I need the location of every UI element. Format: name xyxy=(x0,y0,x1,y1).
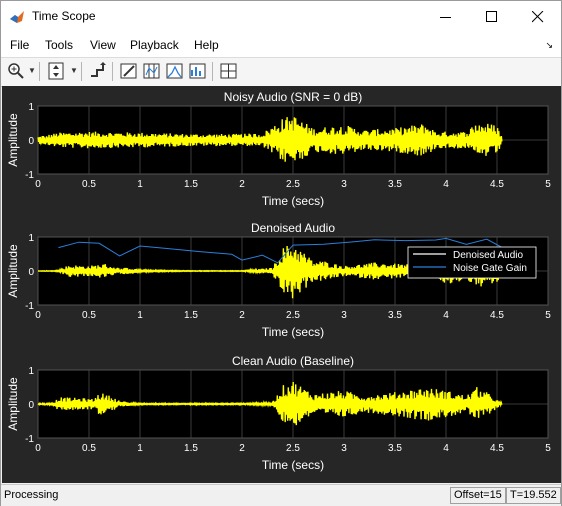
x-tick-label: 4 xyxy=(443,179,449,190)
close-icon xyxy=(532,11,544,23)
peak-finder-icon[interactable] xyxy=(165,61,185,81)
x-axis-label: Time (secs) xyxy=(262,458,324,472)
close-button[interactable] xyxy=(515,1,561,32)
x-tick-label: 0.5 xyxy=(82,443,96,454)
x-tick-label: 0.5 xyxy=(82,310,96,321)
menu-bar: File Tools View Playback Help ↘ xyxy=(1,32,561,57)
x-tick-label: 5 xyxy=(545,443,551,454)
title-bar[interactable]: Time Scope xyxy=(1,1,561,32)
x-tick-label: 2.5 xyxy=(286,443,300,454)
x-axis-label: Time (secs) xyxy=(262,325,324,339)
maximize-button[interactable] xyxy=(469,1,515,32)
x-tick-label: 4.5 xyxy=(490,179,504,190)
offset-readout: Offset=15 xyxy=(450,487,506,504)
plot-title: Noisy Audio (SNR = 0 dB) xyxy=(224,90,362,104)
x-tick-label: 1.5 xyxy=(184,179,198,190)
y-axis-label: Amplitude xyxy=(6,377,20,431)
menu-view[interactable]: View xyxy=(90,38,116,52)
x-tick-label: 2 xyxy=(239,179,245,190)
window-title: Time Scope xyxy=(32,9,96,23)
toolbar: ▼ ▼ xyxy=(1,57,561,87)
signal-statistics-icon[interactable] xyxy=(188,61,208,81)
y-axis-label: Amplitude xyxy=(6,113,20,167)
x-tick-label: 1 xyxy=(137,443,143,454)
x-tick-label: 0.5 xyxy=(82,179,96,190)
scope-plots: Noisy Audio (SNR = 0 dB) 0 0.5 1 1.5 2 2.5 3 3.5… xyxy=(6,90,551,472)
x-tick-label: 4 xyxy=(443,443,449,454)
x-tick-label: 2.5 xyxy=(286,310,300,321)
x-tick-label: 0 xyxy=(35,310,41,321)
x-tick-label: 5 xyxy=(545,179,551,190)
scope-display: Noisy Audio (SNR = 0 dB) 0 0.5 1 1.5 2 2.5 3 3.5… xyxy=(2,86,561,483)
matlab-app-icon xyxy=(10,11,24,23)
cursor-measurements-icon[interactable] xyxy=(142,61,162,81)
x-axis-label: Time (secs) xyxy=(262,194,324,208)
scale-dropdown-icon[interactable]: ▼ xyxy=(70,66,78,75)
status-text: Processing xyxy=(4,489,59,501)
simulation-step-icon[interactable] xyxy=(88,61,108,81)
plot-title: Denoised Audio xyxy=(251,221,335,235)
x-tick-label: 0 xyxy=(35,443,41,454)
layout-grid-icon[interactable] xyxy=(219,61,239,81)
maximize-icon xyxy=(486,11,497,22)
legend-entry: Denoised Audio xyxy=(453,250,523,261)
x-tick-label: 3 xyxy=(341,443,347,454)
x-tick-label: 2 xyxy=(239,443,245,454)
style-pen-icon[interactable] xyxy=(119,61,139,81)
x-tick-label: 3 xyxy=(341,310,347,321)
minimize-button[interactable] xyxy=(423,1,469,32)
scale-axes-icon[interactable] xyxy=(46,61,66,81)
x-tick-label: 2.5 xyxy=(286,179,300,190)
toolbar-separator xyxy=(112,62,113,81)
y-tick-label: -1 xyxy=(25,301,34,312)
y-tick-label: 0 xyxy=(28,400,34,411)
plot-title: Clean Audio (Baseline) xyxy=(232,354,354,368)
time-readout: T=19.552 xyxy=(506,487,561,504)
y-tick-label: 0 xyxy=(28,267,34,278)
status-bar: Processing Offset=15 T=19.552 xyxy=(1,484,561,506)
dock-arrow-icon[interactable]: ↘ xyxy=(545,40,553,51)
x-tick-label: 5 xyxy=(545,310,551,321)
y-tick-label: 1 xyxy=(28,366,34,377)
x-tick-label: 1 xyxy=(137,310,143,321)
x-tick-label: 3.5 xyxy=(388,179,402,190)
time-scope-window: Time Scope File Tools View Playback Help… xyxy=(0,0,562,506)
x-tick-label: 1.5 xyxy=(184,310,198,321)
y-tick-label: 0 xyxy=(28,136,34,147)
x-tick-label: 1.5 xyxy=(184,443,198,454)
toolbar-separator xyxy=(39,62,40,81)
minimize-icon xyxy=(440,17,451,18)
x-tick-label: 3.5 xyxy=(388,310,402,321)
menu-playback[interactable]: Playback xyxy=(130,38,179,52)
menu-file[interactable]: File xyxy=(10,38,29,52)
x-tick-label: 3 xyxy=(341,179,347,190)
x-tick-label: 3.5 xyxy=(388,443,402,454)
x-tick-label: 0 xyxy=(35,179,41,190)
zoom-dropdown-icon[interactable]: ▼ xyxy=(28,66,36,75)
legend-entry: Noise Gate Gain xyxy=(453,263,527,274)
x-tick-label: 1 xyxy=(137,179,143,190)
y-tick-label: 1 xyxy=(28,102,34,113)
x-tick-label: 2 xyxy=(239,310,245,321)
menu-help[interactable]: Help xyxy=(194,38,219,52)
x-tick-label: 4.5 xyxy=(490,443,504,454)
y-tick-label: 1 xyxy=(28,233,34,244)
x-tick-label: 4.5 xyxy=(490,310,504,321)
zoom-in-icon[interactable] xyxy=(6,61,26,81)
menu-tools[interactable]: Tools xyxy=(45,38,73,52)
toolbar-separator xyxy=(81,62,82,81)
y-axis-label: Amplitude xyxy=(6,244,20,298)
y-tick-label: -1 xyxy=(25,434,34,445)
x-tick-label: 4 xyxy=(443,310,449,321)
toolbar-separator xyxy=(212,62,213,81)
y-tick-label: -1 xyxy=(25,170,34,181)
